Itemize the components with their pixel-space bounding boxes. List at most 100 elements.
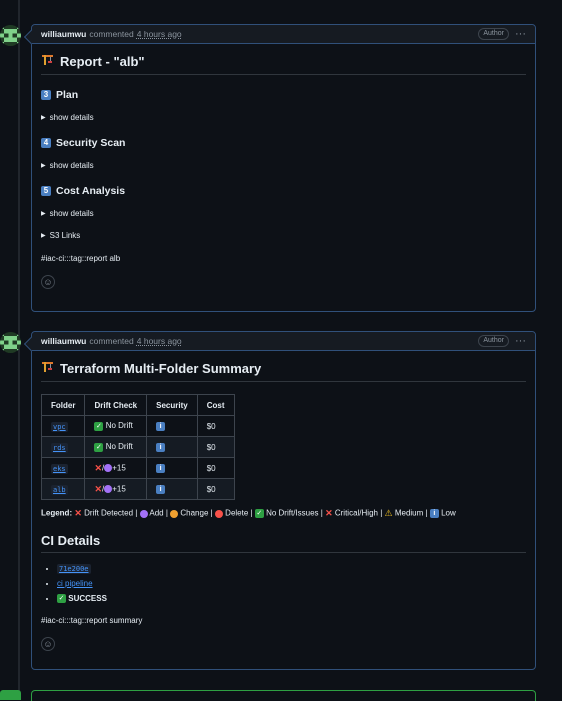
comment-timestamp[interactable]: 4 hours ago: [137, 29, 182, 39]
folder-link[interactable]: alb: [51, 484, 68, 495]
author-badge: Author: [478, 28, 509, 40]
keycap-3-icon: 3: [41, 90, 51, 100]
comment-timestamp[interactable]: 4 hours ago: [137, 336, 182, 346]
info-icon: i: [156, 442, 166, 452]
comment-header: williaumwu commented 4 hours ago Author …: [32, 25, 535, 44]
folder-cell: vpc: [40, 415, 86, 437]
legend: Legend: ✕ Drift Detected | Add | Change …: [41, 508, 526, 519]
disclosure-triangle-icon: ▶: [41, 211, 46, 217]
disclosure-triangle-icon: ▶: [41, 115, 46, 121]
legend-item: Delete |: [225, 508, 253, 518]
drift-text: +15: [112, 463, 126, 473]
cost-cell: $0: [196, 436, 235, 458]
smiley-icon: ☺: [43, 639, 53, 649]
column-header: Folder: [40, 394, 86, 416]
s3-links-toggle[interactable]: ▶ S3 Links: [41, 231, 526, 240]
section-heading: Plan: [56, 89, 79, 101]
ci-pipeline-link[interactable]: ci pipeline: [57, 579, 93, 588]
table-header-row: Folder Drift Check Security Cost: [40, 394, 235, 416]
folder-link[interactable]: rds: [51, 442, 68, 453]
table-row: vpc ✓ No Drift i $0: [40, 415, 235, 437]
tag-line: #iac-ci:::tag::report alb: [41, 254, 121, 263]
folder-link[interactable]: vpc: [51, 421, 68, 432]
author-name[interactable]: williaumwu: [41, 336, 86, 346]
list-item: 71e200e: [57, 561, 526, 576]
drift-cell: ✓ No Drift: [84, 436, 148, 458]
ci-details-list: 71e200e ci pipeline ✓ SUCCESS: [41, 561, 526, 606]
info-icon: i: [429, 509, 439, 518]
legend-item: Drift Detected |: [84, 508, 138, 518]
legend-label: Legend:: [41, 508, 73, 518]
ci-status: SUCCESS: [68, 594, 107, 603]
info-icon: i: [156, 463, 166, 473]
kebab-menu-icon[interactable]: ···: [515, 29, 526, 40]
info-icon: i: [156, 484, 166, 494]
keycap-4-icon: 4: [41, 138, 51, 148]
info-icon: i: [156, 421, 166, 431]
table-row: alb ✕/+15 i $0: [40, 478, 235, 500]
x-mark-icon: ✕: [74, 508, 82, 518]
cost-cell: $0: [196, 415, 235, 437]
plan-details-toggle[interactable]: ▶ show details: [41, 113, 526, 122]
legend-item: Medium |: [394, 508, 428, 518]
drift-text: No Drift: [105, 442, 133, 452]
disclosure-triangle-icon: ▶: [41, 163, 46, 169]
drift-cell: ✕/+15: [84, 457, 148, 479]
section-cost-analysis: 5 Cost Analysis: [41, 185, 526, 197]
folder-cell: rds: [40, 436, 86, 458]
cost-cell: $0: [196, 478, 235, 500]
drift-text: +15: [112, 484, 126, 494]
folder-link[interactable]: eks: [51, 463, 68, 474]
avatar[interactable]: [0, 332, 21, 353]
construction-crane-icon: [41, 360, 54, 376]
legend-item: No Drift/Issues |: [266, 508, 323, 518]
avatar[interactable]: [0, 690, 21, 700]
column-header: Drift Check: [84, 394, 148, 416]
drift-text: No Drift: [105, 421, 133, 431]
comment-action: commented: [89, 29, 134, 39]
add-reaction-button[interactable]: ☺: [41, 275, 55, 289]
section-security-scan: 4 Security Scan: [41, 137, 526, 149]
red-circle-icon: [214, 509, 223, 518]
x-mark-icon: ✕: [94, 483, 102, 494]
drift-cell: ✕/+15: [84, 478, 148, 500]
details-summary: show details: [49, 161, 94, 170]
security-cell: i: [146, 415, 198, 437]
comment-card: [31, 690, 536, 701]
report-title: Report - "alb": [41, 53, 526, 75]
legend-item: Low: [441, 508, 456, 518]
comment-header: williaumwu commented 4 hours ago Author …: [32, 332, 535, 351]
section-plan: 3 Plan: [41, 89, 526, 101]
tag-line: #iac-ci:::tag::report summary: [41, 616, 143, 625]
folder-cell: alb: [40, 478, 86, 500]
smiley-icon: ☺: [43, 277, 53, 287]
avatar[interactable]: [0, 25, 21, 46]
warning-icon: ⚠: [384, 508, 393, 518]
check-icon: ✓: [57, 594, 66, 604]
author-badge: Author: [478, 335, 509, 347]
legend-item: Change |: [180, 508, 213, 518]
construction-crane-icon: [41, 53, 54, 69]
comment-card: williaumwu commented 4 hours ago Author …: [31, 24, 536, 312]
details-summary: show details: [49, 209, 94, 218]
kebab-menu-icon[interactable]: ···: [515, 336, 526, 347]
summary-table: Folder Drift Check Security Cost vpc ✓ N…: [40, 394, 235, 500]
table-row: rds ✓ No Drift i $0: [40, 436, 235, 458]
list-item: ci pipeline: [57, 576, 526, 591]
ci-details-heading: CI Details: [41, 533, 526, 553]
summary-title: Terraform Multi-Folder Summary: [41, 360, 526, 382]
section-heading: Cost Analysis: [56, 185, 126, 197]
summary-title-text: Terraform Multi-Folder Summary: [60, 360, 262, 376]
security-details-toggle[interactable]: ▶ show details: [41, 161, 526, 170]
commit-sha-link[interactable]: 71e200e: [57, 564, 91, 574]
x-mark-icon: ✕: [325, 508, 333, 518]
cost-cell: $0: [196, 457, 235, 479]
column-header: Cost: [196, 394, 235, 416]
orange-circle-icon: [170, 509, 179, 518]
author-name[interactable]: williaumwu: [41, 29, 86, 39]
cost-details-toggle[interactable]: ▶ show details: [41, 209, 526, 218]
add-reaction-button[interactable]: ☺: [41, 637, 55, 651]
check-icon: ✓: [94, 442, 104, 452]
s3-links-summary: S3 Links: [49, 231, 81, 240]
list-item: ✓ SUCCESS: [57, 591, 526, 606]
